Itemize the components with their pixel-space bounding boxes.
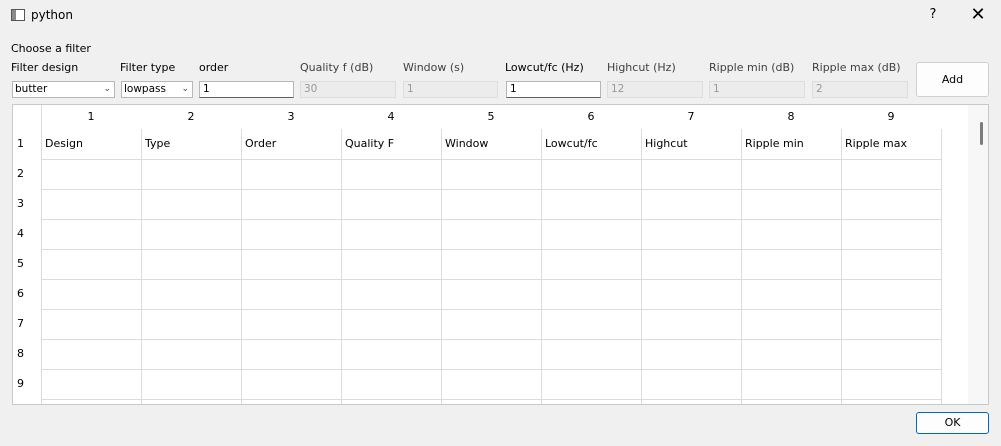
filter-type-label: Filter type	[120, 61, 176, 74]
grid-line	[341, 129, 342, 404]
vertical-scrollbar[interactable]	[968, 105, 988, 404]
grid-line	[41, 219, 941, 220]
ripple-max-input[interactable]: 2	[812, 81, 908, 98]
table-cell[interactable]: Quality F	[341, 129, 445, 159]
table-cell[interactable]: Order	[241, 129, 345, 159]
grid-line	[41, 189, 941, 190]
row-header[interactable]: 3	[13, 189, 41, 219]
table-cell[interactable]: Ripple max	[841, 129, 945, 159]
grid-line	[941, 129, 942, 404]
grid-line	[641, 129, 642, 404]
close-icon[interactable]: ✕	[965, 4, 991, 26]
chevron-down-icon: ⌄	[181, 84, 189, 94]
quality-input[interactable]: 30	[300, 81, 396, 98]
column-header[interactable]: 3	[241, 105, 341, 129]
column-header[interactable]: 7	[641, 105, 741, 129]
grid-line	[541, 129, 542, 404]
grid-line	[241, 129, 242, 404]
table-cell[interactable]: Type	[141, 129, 245, 159]
order-label: order	[199, 61, 229, 74]
filter-type-select[interactable]: lowpass ⌄	[121, 81, 193, 98]
highcut-label: Highcut (Hz)	[607, 61, 676, 74]
row-header[interactable]: 6	[13, 279, 41, 309]
lowcut-input[interactable]: 1	[506, 81, 601, 98]
filter-type-value: lowpass	[124, 83, 166, 95]
table-cell[interactable]: Ripple min	[741, 129, 845, 159]
row-header[interactable]: 7	[13, 309, 41, 339]
filter-design-value: butter	[15, 83, 48, 95]
grid-line	[41, 369, 941, 370]
row-header[interactable]: 1	[13, 129, 41, 159]
window-app-icon	[11, 9, 25, 21]
ok-button[interactable]: OK	[916, 412, 989, 434]
quality-label: Quality f (dB)	[300, 61, 374, 74]
grid-line	[41, 279, 941, 280]
filter-table[interactable]: 1 2 3 4 5 6 7 8 9 1 2 3 4 5 6 7 8 9 Design Type Order Quality…	[12, 104, 989, 405]
column-header[interactable]: 5	[441, 105, 541, 129]
column-header[interactable]: 4	[341, 105, 441, 129]
row-header[interactable]: 4	[13, 219, 41, 249]
add-button[interactable]: Add	[916, 62, 989, 97]
window-label: Window (s)	[403, 61, 465, 74]
help-button[interactable]: ?	[923, 5, 943, 25]
filter-design-label: Filter design	[11, 61, 79, 74]
order-input[interactable]: 1	[199, 81, 294, 98]
row-header[interactable]: 9	[13, 369, 41, 399]
grid-line	[841, 129, 842, 404]
chevron-down-icon: ⌄	[103, 84, 111, 94]
grid-line	[741, 129, 742, 404]
column-header[interactable]: 1	[41, 105, 141, 129]
column-header[interactable]: 8	[741, 105, 841, 129]
grid-line	[141, 129, 142, 404]
grid-line	[41, 159, 941, 160]
row-header[interactable]: 2	[13, 159, 41, 189]
row-header[interactable]: 5	[13, 249, 41, 279]
grid-line	[41, 309, 941, 310]
grid-line	[441, 129, 442, 404]
table-cell[interactable]: Highcut	[641, 129, 745, 159]
scrollbar-thumb[interactable]	[980, 122, 983, 145]
column-header[interactable]: 9	[841, 105, 941, 129]
column-header[interactable]: 6	[541, 105, 641, 129]
title-bar: python ? ✕	[0, 0, 1001, 30]
table-cell[interactable]: Design	[41, 129, 145, 159]
table-cell[interactable]: Window	[441, 129, 545, 159]
window-title: python	[31, 8, 73, 22]
grid-line	[41, 249, 941, 250]
lowcut-label: Lowcut/fc (Hz)	[505, 61, 584, 74]
row-header[interactable]: 8	[13, 339, 41, 369]
table-cell[interactable]: Lowcut/fc	[541, 129, 645, 159]
section-label: Choose a filter	[11, 42, 91, 55]
grid-line	[41, 399, 941, 400]
highcut-input[interactable]: 12	[607, 81, 703, 98]
ripple-min-label: Ripple min (dB)	[709, 61, 795, 74]
filter-design-select[interactable]: butter ⌄	[12, 81, 115, 98]
window-input[interactable]: 1	[403, 81, 498, 98]
column-header[interactable]: 2	[141, 105, 241, 129]
ripple-max-label: Ripple max (dB)	[812, 61, 901, 74]
ripple-min-input[interactable]: 1	[709, 81, 805, 98]
grid-line	[41, 339, 941, 340]
